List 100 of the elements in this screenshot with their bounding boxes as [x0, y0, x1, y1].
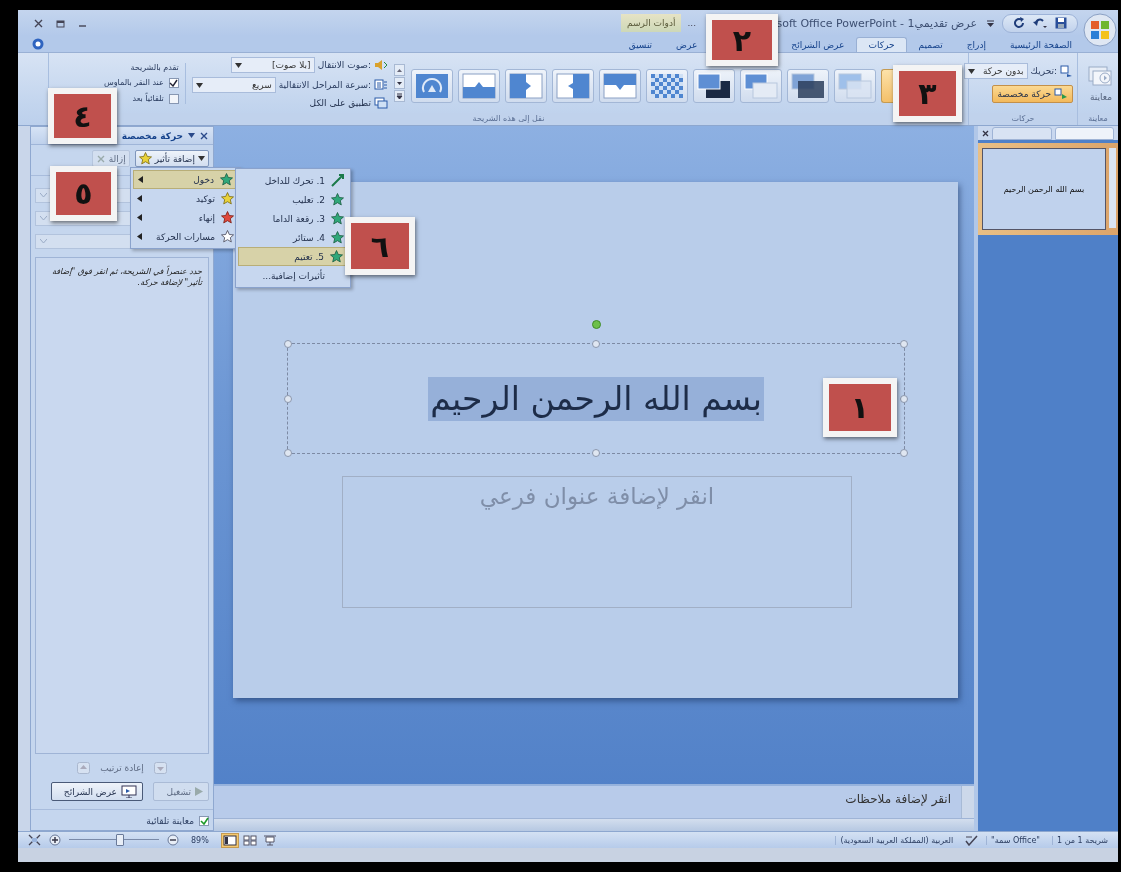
field-label: صوت الانتقال: [317, 60, 371, 70]
transition-thumbnail[interactable] [411, 69, 453, 103]
ribbon-tab[interactable]: الصفحة الرئيسية [997, 37, 1084, 52]
transition-thumbnail[interactable] [834, 69, 876, 103]
ribbon-tab[interactable]: إدراج [954, 37, 998, 52]
slides-tab[interactable] [1054, 126, 1114, 140]
star-icon [331, 212, 344, 225]
transition-icon [837, 72, 873, 100]
number-callout: ٦ [345, 217, 415, 275]
dropdown[interactable]: سريع [191, 77, 276, 93]
resize-handle[interactable] [900, 449, 908, 457]
scrollbar[interactable] [1109, 148, 1116, 228]
ribbon-tab[interactable]: حركات [856, 37, 907, 52]
custom-animation-button[interactable]: حركة مخصصة [992, 85, 1073, 103]
remove-icon [95, 153, 106, 164]
subtitle-prompt: انقر لإضافة عنوان فرعي [479, 483, 715, 512]
hint-text: حدد عنصراً في الشريحة، ثم انقر فوق "إضافة تأثير" لإضافة حركة. [50, 266, 202, 288]
slide-icon [1088, 64, 1114, 87]
show-view-icon [262, 834, 277, 846]
ribbon-tab[interactable]: تصميم [906, 37, 955, 52]
number-callout: ٢ [706, 14, 778, 66]
close-icon[interactable] [34, 18, 43, 28]
apply-to-all-button[interactable]: تطبيق على الكل [309, 97, 388, 109]
zoom-out-icon[interactable] [167, 834, 179, 846]
check-icon [199, 817, 209, 825]
contextual-tab-group: أدوات الرسم [621, 14, 682, 32]
slide-show-button[interactable]: عرض الشرائح [51, 782, 143, 801]
transition-thumbnail[interactable] [505, 69, 547, 103]
thumbnail-text: بسم الله الرحمن الرحيم [1003, 184, 1085, 194]
resize-handle[interactable] [592, 340, 600, 348]
zoom-in-icon[interactable] [49, 834, 61, 846]
close-icon[interactable] [200, 131, 208, 140]
animation-icon [1054, 88, 1068, 100]
number-callout: ٥ [50, 166, 117, 221]
menu-item[interactable]: تأثيرات إضافية... [238, 266, 348, 285]
pane-menu-icon[interactable] [188, 133, 195, 138]
scroll-down-icon[interactable] [394, 77, 405, 89]
transition-thumbnail[interactable] [646, 69, 688, 103]
slider-thumb[interactable] [115, 834, 124, 846]
menu-item[interactable]: دخول [133, 170, 238, 189]
transition-thumbnail[interactable] [599, 69, 641, 103]
undo-icon[interactable] [1033, 17, 1047, 29]
transition-thumbnail[interactable] [693, 69, 735, 103]
submenu-arrow-icon [137, 195, 142, 202]
star-icon [220, 173, 233, 186]
fit-window-icon[interactable] [28, 834, 41, 846]
add-effect-button[interactable]: إضافة تأثير [134, 150, 209, 167]
resize-handle[interactable] [284, 340, 292, 348]
sorter-view-icon [242, 834, 257, 846]
number-callout: ٣ [893, 65, 962, 122]
caret-icon [198, 156, 205, 161]
slide-thumbnail[interactable]: بسم الله الرحمن الرحيم [982, 148, 1106, 230]
menu-item[interactable]: 3. رقعة الداما [238, 209, 348, 228]
ribbon-tab[interactable]: عرض الشرائح [779, 37, 857, 52]
view-button[interactable] [220, 832, 239, 848]
resize-handle[interactable] [900, 340, 908, 348]
resize-handle[interactable] [900, 394, 908, 403]
customize-icon[interactable] [987, 19, 994, 27]
menu-item[interactable]: 2. تعليب [238, 190, 348, 209]
restore-icon[interactable] [56, 18, 65, 28]
spell-check-icon[interactable] [965, 834, 979, 846]
theme-name: "سمة Office" [986, 835, 1044, 845]
transition-thumbnail[interactable] [458, 69, 500, 103]
checkbox-label: معاينة تلقائية [146, 816, 194, 826]
ribbon-tab[interactable]: تنسيق [616, 37, 665, 52]
dropdown[interactable]: بدون حركة [963, 63, 1028, 79]
gallery-more-icon[interactable] [394, 90, 405, 102]
field-label: تحريك: [1030, 66, 1057, 76]
transition-icon [555, 72, 591, 100]
menu-item[interactable]: 4. ستائر [238, 228, 348, 247]
notes-pane[interactable]: انقر لإضافة ملاحظات [214, 784, 974, 818]
resize-handle[interactable] [592, 449, 600, 457]
transition-thumbnail[interactable] [787, 69, 829, 103]
resize-handle[interactable] [284, 394, 292, 403]
caret-icon [40, 239, 47, 244]
thumbnail-row[interactable]: بسم الله الرحمن الرحيم [978, 143, 1118, 235]
scroll-up-icon[interactable] [394, 64, 405, 76]
effects-list[interactable]: حدد عنصراً في الشريحة، ثم انقر فوق "إضافة تأثير" لإضافة حركة. [35, 257, 209, 754]
scrollbar[interactable] [961, 786, 974, 818]
sound-icon [374, 59, 388, 71]
star-icon [331, 193, 344, 206]
transition-icon [461, 72, 497, 100]
field-label: سرعة المراحل الانتقالية: [278, 80, 371, 90]
dropdown[interactable]: [بلا صوت] [230, 57, 315, 73]
close-icon[interactable] [982, 129, 989, 137]
checkbox[interactable] [199, 816, 209, 826]
slide-counter: شريحة 1 من 1 [1052, 835, 1112, 845]
transition-icon [696, 72, 732, 100]
help-icon[interactable] [32, 38, 44, 50]
checkbox[interactable] [168, 93, 179, 104]
transition-thumbnail[interactable] [740, 69, 782, 103]
transition-icon [790, 72, 826, 100]
checkbox[interactable] [168, 77, 179, 88]
scrollbar[interactable] [214, 818, 974, 831]
menu-item[interactable]: 5. تعتيم [238, 247, 348, 266]
save-icon[interactable] [1055, 17, 1067, 29]
rotation-handle[interactable] [592, 320, 601, 329]
transition-thumbnail[interactable] [552, 69, 594, 103]
resize-handle[interactable] [284, 449, 292, 457]
redo-icon[interactable] [1013, 17, 1025, 29]
